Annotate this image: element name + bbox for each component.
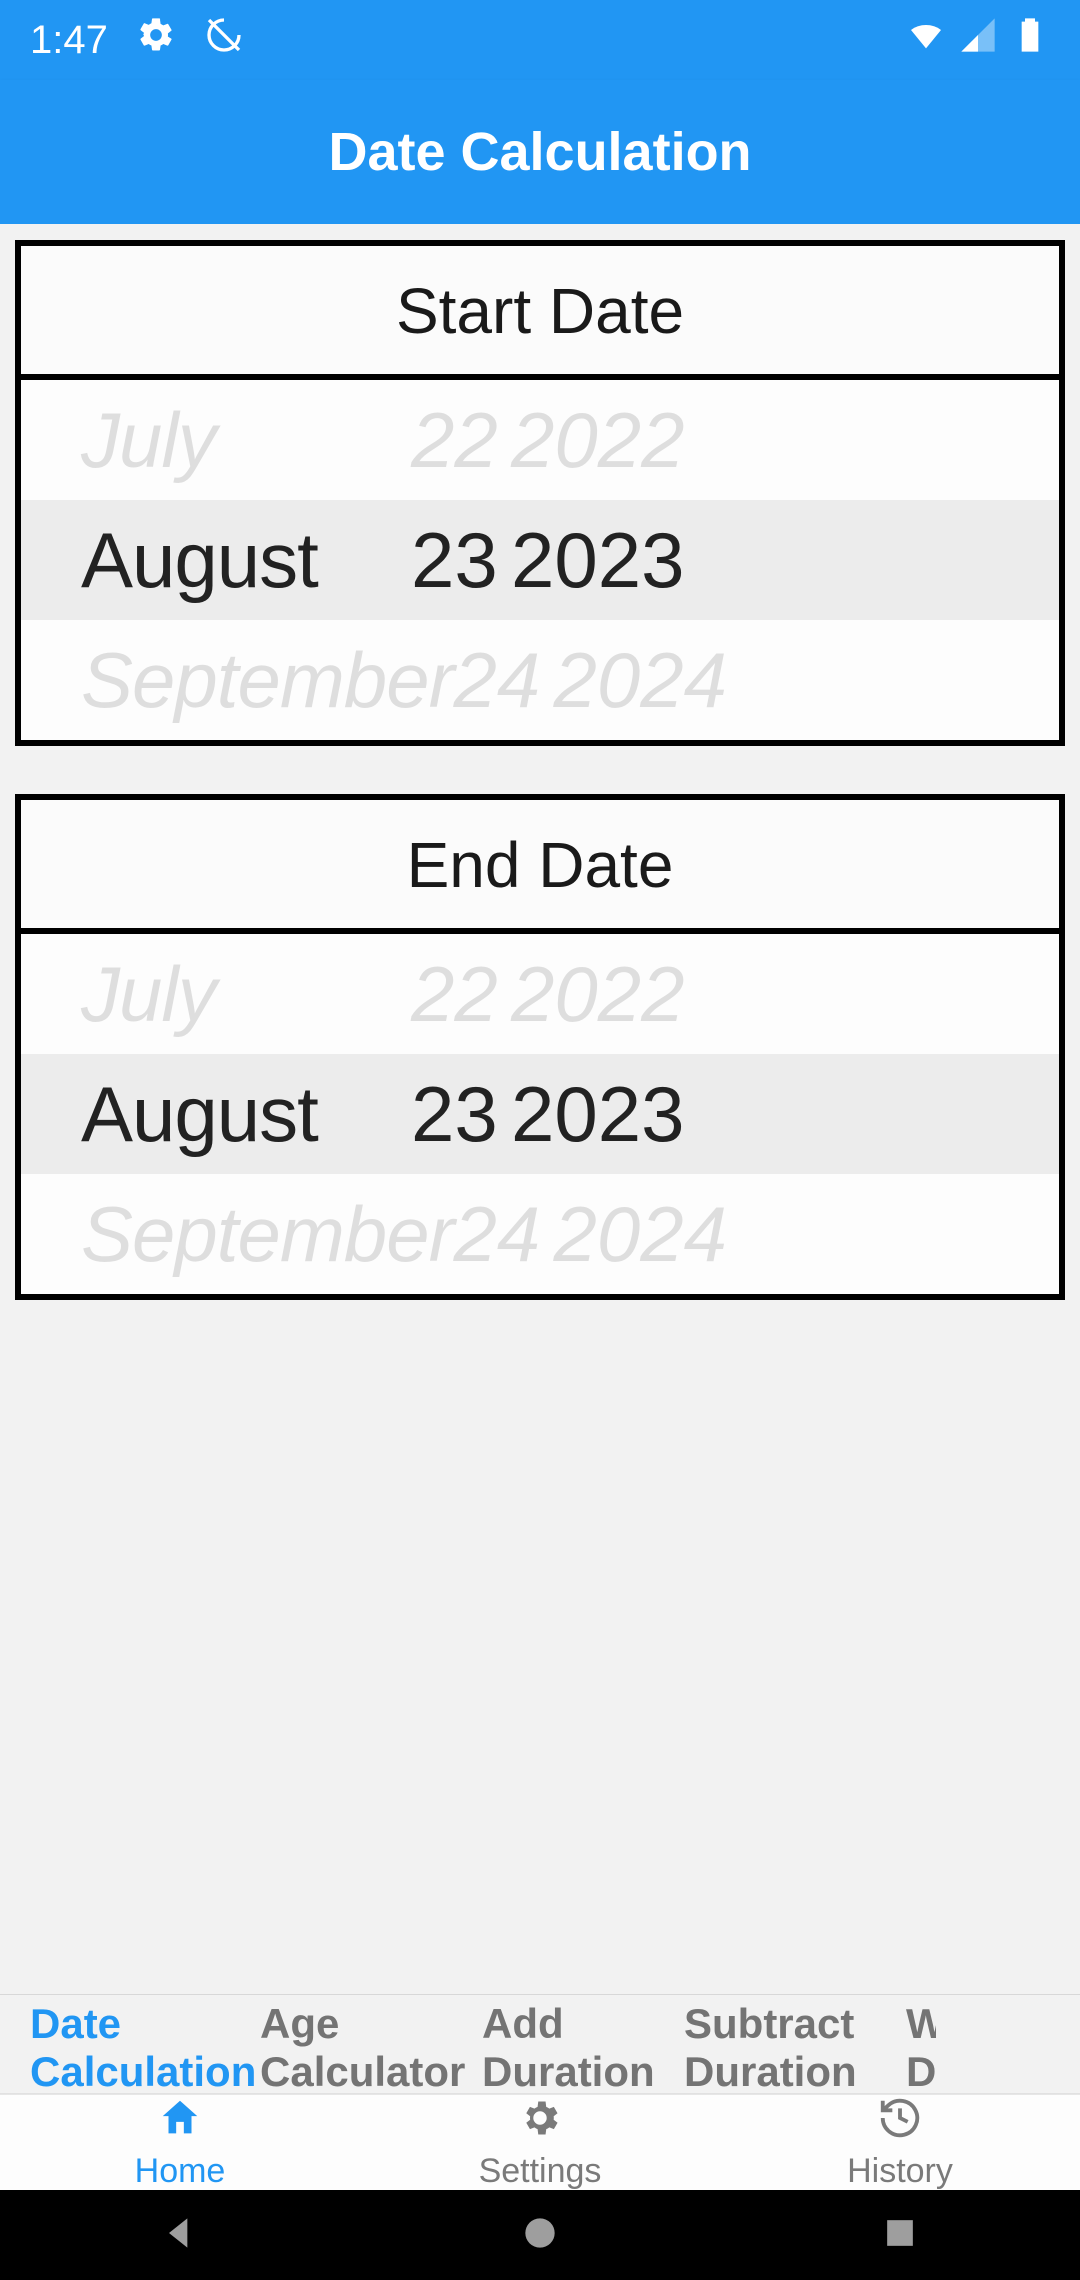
start-date-sel-year: 2023: [511, 515, 711, 606]
end-date-prev-row[interactable]: July 22 2022: [21, 934, 1059, 1054]
end-date-sel-month: August: [81, 1069, 411, 1160]
status-bar-left: 1:47: [30, 15, 244, 65]
end-date-next-day: 24: [454, 1189, 554, 1280]
end-date-next-row[interactable]: September 24 2024: [21, 1174, 1059, 1294]
status-time: 1:47: [30, 18, 108, 63]
start-date-card: Start Date July 22 2022 August 23 2023 S…: [15, 240, 1065, 746]
start-date-next-month: September: [81, 635, 454, 726]
end-date-next-year: 2024: [554, 1189, 754, 1280]
home-icon: [157, 2095, 203, 2150]
start-date-prev-month: July: [81, 395, 411, 486]
end-date-sel-year: 2023: [511, 1069, 711, 1160]
start-date-sel-month: August: [81, 515, 411, 606]
start-date-prev-day: 22: [411, 395, 511, 486]
recent-icon[interactable]: [878, 2211, 922, 2260]
start-date-next-row[interactable]: September 24 2024: [21, 620, 1059, 740]
start-date-prev-year: 2022: [511, 395, 711, 486]
tab-truncated-l1: W: [906, 2000, 936, 2047]
bottom-nav: Home Settings History: [0, 2094, 1080, 2190]
end-date-card: End Date July 22 2022 August 23 2023 Sep…: [15, 794, 1065, 1300]
end-date-picker[interactable]: July 22 2022 August 23 2023 September 24…: [21, 934, 1059, 1294]
tab-truncated-l2: D: [906, 2048, 936, 2094]
gear-icon: [136, 15, 176, 65]
back-icon[interactable]: [158, 2211, 202, 2260]
tab-date-calculation[interactable]: Date Calculation: [30, 1994, 198, 2094]
system-nav: [0, 2190, 1080, 2280]
end-date-selected-row[interactable]: August 23 2023: [21, 1054, 1059, 1174]
no-sync-icon: [204, 15, 244, 65]
start-date-prev-row[interactable]: July 22 2022: [21, 380, 1059, 500]
mode-tabs[interactable]: Date Calculation Age Calculator Add Dura…: [0, 1994, 1080, 2094]
nav-settings-label: Settings: [479, 2152, 602, 2191]
nav-history[interactable]: History: [720, 2095, 1080, 2190]
home-circle-icon[interactable]: [518, 2211, 562, 2260]
end-date-prev-day: 22: [411, 949, 511, 1040]
history-icon: [877, 2095, 923, 2150]
nav-home-label: Home: [135, 2152, 226, 2191]
start-date-sel-day: 23: [411, 515, 511, 606]
start-date-title: Start Date: [21, 246, 1059, 380]
status-bar-right: [906, 15, 1050, 65]
end-date-sel-day: 23: [411, 1069, 511, 1160]
tab-subtract-duration[interactable]: Subtract Duration: [684, 1994, 844, 2094]
status-bar: 1:47: [0, 0, 1080, 80]
nav-history-label: History: [847, 2152, 953, 2191]
end-date-next-month: September: [81, 1189, 454, 1280]
end-date-prev-month: July: [81, 949, 411, 1040]
tab-add-duration[interactable]: Add Duration: [482, 1994, 622, 2094]
gear-icon: [517, 2095, 563, 2150]
signal-icon: [958, 15, 998, 65]
tab-age-calculator[interactable]: Age Calculator: [260, 1994, 420, 2094]
battery-icon: [1010, 15, 1050, 65]
nav-home[interactable]: Home: [0, 2095, 360, 2190]
content-area: Start Date July 22 2022 August 23 2023 S…: [0, 224, 1080, 1994]
app-bar: Date Calculation: [0, 80, 1080, 224]
page-title: Date Calculation: [328, 121, 751, 183]
end-date-title: End Date: [21, 800, 1059, 934]
start-date-next-day: 24: [454, 635, 554, 726]
start-date-picker[interactable]: July 22 2022 August 23 2023 September 24…: [21, 380, 1059, 740]
tab-truncated[interactable]: W D: [906, 1994, 936, 2094]
start-date-selected-row[interactable]: August 23 2023: [21, 500, 1059, 620]
end-date-prev-year: 2022: [511, 949, 711, 1040]
start-date-next-year: 2024: [554, 635, 754, 726]
wifi-icon: [906, 15, 946, 65]
nav-settings[interactable]: Settings: [360, 2095, 720, 2190]
